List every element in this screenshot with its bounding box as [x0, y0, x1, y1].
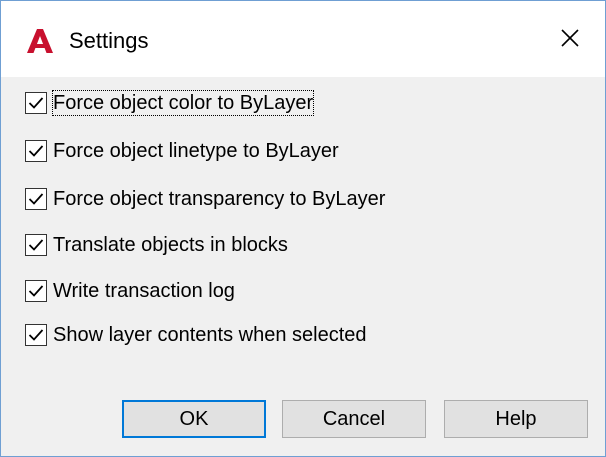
checkmark-icon — [28, 285, 44, 297]
option-force-color[interactable]: Force object color to ByLayer — [25, 89, 315, 117]
option-label: Force object transparency to ByLayer — [53, 188, 386, 210]
checkbox-force-color[interactable] — [25, 92, 47, 114]
autocad-a-icon — [27, 29, 53, 53]
title-bar: Settings — [1, 1, 605, 77]
checkbox-write-log[interactable] — [25, 280, 47, 302]
settings-dialog: Settings Force object color to ByLayer F… — [0, 0, 606, 457]
checkmark-icon — [28, 329, 44, 341]
dialog-body: Force object color to ByLayer Force obje… — [1, 77, 605, 456]
option-translate-blocks[interactable]: Translate objects in blocks — [25, 231, 288, 259]
option-label: Translate objects in blocks — [53, 234, 288, 256]
cancel-button[interactable]: Cancel — [282, 400, 426, 438]
option-label: Show layer contents when selected — [53, 324, 367, 346]
option-write-log[interactable]: Write transaction log — [25, 277, 235, 305]
checkmark-icon — [28, 239, 44, 251]
checkmark-icon — [28, 97, 44, 109]
help-button[interactable]: Help — [444, 400, 588, 438]
checkmark-icon — [28, 145, 44, 157]
checkbox-force-transparency[interactable] — [25, 188, 47, 210]
checkbox-force-linetype[interactable] — [25, 140, 47, 162]
close-button[interactable] — [547, 15, 593, 61]
close-icon — [561, 29, 579, 47]
option-label: Force object color to ByLayer — [51, 90, 315, 116]
option-label: Force object linetype to ByLayer — [53, 140, 339, 162]
option-show-layer-contents[interactable]: Show layer contents when selected — [25, 321, 367, 349]
ok-button[interactable]: OK — [122, 400, 266, 438]
window-title: Settings — [69, 28, 149, 53]
checkbox-translate-blocks[interactable] — [25, 234, 47, 256]
option-force-transparency[interactable]: Force object transparency to ByLayer — [25, 185, 385, 213]
option-label: Write transaction log — [53, 280, 235, 302]
checkbox-show-layer-contents[interactable] — [25, 324, 47, 346]
option-force-linetype[interactable]: Force object linetype to ByLayer — [25, 137, 339, 165]
checkmark-icon — [28, 193, 44, 205]
